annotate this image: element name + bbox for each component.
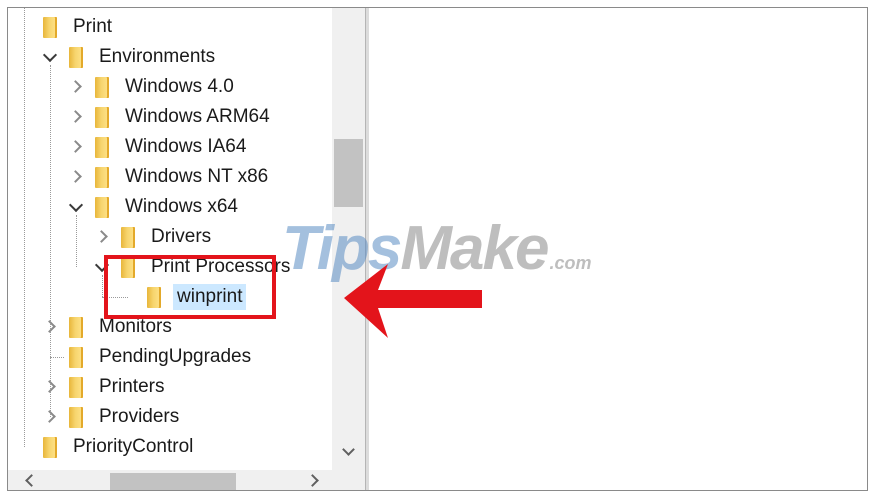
chevron-right-icon[interactable] bbox=[69, 170, 83, 184]
tree-node[interactable]: Print bbox=[17, 12, 116, 42]
chevron-right-icon[interactable] bbox=[43, 410, 57, 424]
tree-node-label[interactable]: Print bbox=[69, 14, 116, 40]
scrollbar-corner bbox=[332, 470, 365, 490]
tree-node-label[interactable]: Windows IA64 bbox=[121, 134, 250, 160]
chevron-right-icon[interactable] bbox=[43, 380, 57, 394]
tree-node[interactable]: Windows IA64 bbox=[69, 132, 250, 162]
scroll-left-icon[interactable] bbox=[24, 476, 34, 486]
horizontal-scroll-thumb[interactable] bbox=[110, 473, 236, 490]
folder-icon bbox=[69, 46, 83, 68]
folder-icon bbox=[95, 106, 109, 128]
scroll-right-icon[interactable] bbox=[308, 476, 318, 486]
scroll-down-icon[interactable] bbox=[343, 445, 353, 455]
horizontal-scrollbar[interactable] bbox=[8, 470, 332, 490]
folder-icon bbox=[43, 436, 57, 458]
folder-icon bbox=[121, 226, 135, 248]
tree-node[interactable]: Providers bbox=[43, 402, 183, 432]
folder-icon bbox=[43, 16, 57, 38]
tree-node-label[interactable]: Environments bbox=[95, 44, 219, 70]
folder-icon bbox=[69, 316, 83, 338]
chevron-right-icon[interactable] bbox=[95, 230, 109, 244]
registry-editor-window: Print Environments Windows 4.0 Windows ARM6… bbox=[7, 7, 868, 491]
tree-node[interactable]: PendingUpgrades bbox=[43, 342, 255, 372]
tree-node-label[interactable]: Windows 4.0 bbox=[121, 74, 238, 100]
folder-icon bbox=[69, 346, 83, 368]
registry-tree-pane: Print Environments Windows 4.0 Windows ARM6… bbox=[8, 8, 365, 490]
folder-icon bbox=[95, 166, 109, 188]
tree-guide-line bbox=[76, 215, 77, 267]
chevron-right-icon[interactable] bbox=[69, 110, 83, 124]
chevron-right-icon[interactable] bbox=[43, 320, 57, 334]
vertical-scroll-thumb[interactable] bbox=[334, 139, 363, 207]
folder-icon bbox=[95, 76, 109, 98]
chevron-right-icon[interactable] bbox=[69, 140, 83, 154]
tree-node[interactable]: Windows 4.0 bbox=[69, 72, 238, 102]
tree-node[interactable]: Windows x64 bbox=[69, 192, 242, 222]
vertical-scrollbar[interactable] bbox=[332, 8, 365, 470]
tree-node-label[interactable]: PriorityControl bbox=[69, 434, 197, 460]
chevron-down-icon[interactable] bbox=[43, 50, 57, 64]
tree-node-label[interactable]: PendingUpgrades bbox=[95, 344, 255, 370]
tree-node[interactable]: Windows ARM64 bbox=[69, 102, 274, 132]
tree-node-label[interactable]: Windows ARM64 bbox=[121, 104, 274, 130]
chevron-right-icon[interactable] bbox=[69, 80, 83, 94]
highlight-box bbox=[104, 255, 276, 319]
tree-node[interactable]: Printers bbox=[43, 372, 168, 402]
tree-guide-line bbox=[24, 8, 25, 447]
chevron-down-icon[interactable] bbox=[69, 200, 83, 214]
tree-node[interactable]: PriorityControl bbox=[17, 432, 197, 462]
tree-node-label[interactable]: Windows x64 bbox=[121, 194, 242, 220]
values-pane[interactable] bbox=[369, 8, 867, 490]
folder-icon bbox=[69, 406, 83, 428]
tree-node-label[interactable]: Printers bbox=[95, 374, 168, 400]
folder-icon bbox=[95, 136, 109, 158]
tree-node[interactable]: Windows NT x86 bbox=[69, 162, 272, 192]
tree-node[interactable]: Environments bbox=[43, 42, 219, 72]
tree-node-label[interactable]: Windows NT x86 bbox=[121, 164, 272, 190]
tree-node-label[interactable]: Drivers bbox=[147, 224, 215, 250]
red-arrow-icon bbox=[344, 264, 482, 338]
folder-icon bbox=[95, 196, 109, 218]
folder-icon bbox=[69, 376, 83, 398]
tree-node[interactable]: Drivers bbox=[95, 222, 215, 252]
tree-node-label[interactable]: Providers bbox=[95, 404, 183, 430]
